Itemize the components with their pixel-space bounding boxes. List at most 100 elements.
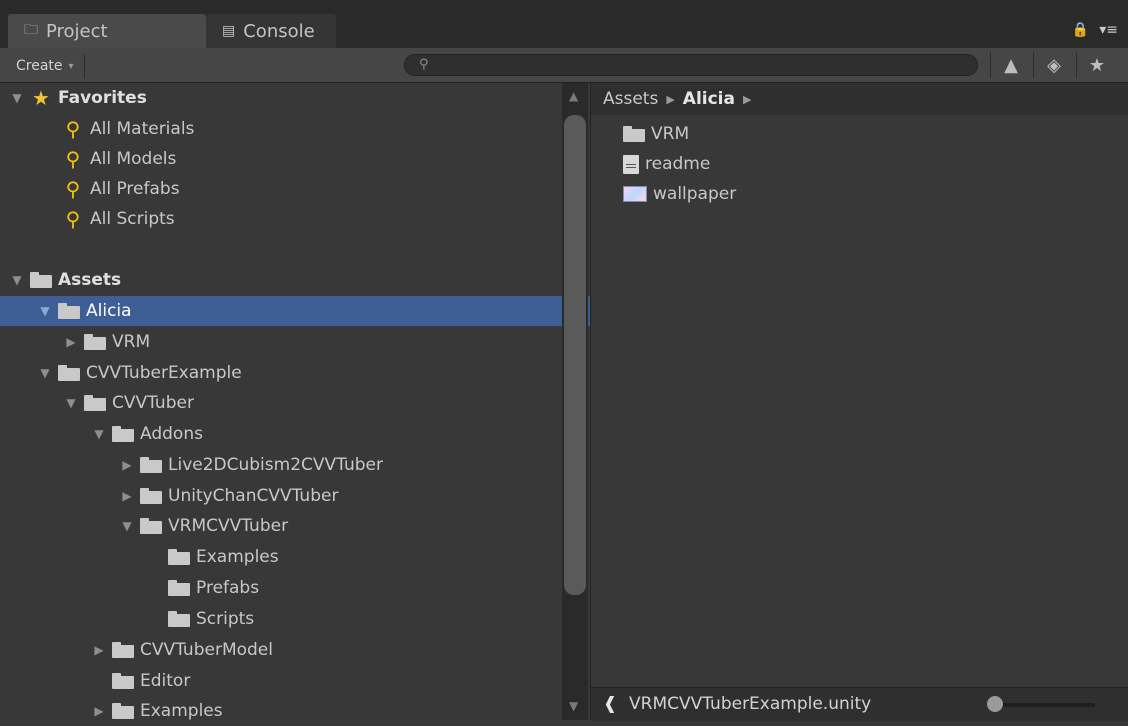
favorite-label: All Materials xyxy=(90,119,195,139)
tree-label: Scripts xyxy=(196,609,255,629)
file-item-readme[interactable]: readme xyxy=(623,149,710,179)
tree-item-favorites[interactable]: ▼ ★ Favorites xyxy=(0,83,570,113)
tab-bar: 🗀 Project ▤ Console 🔒 ▾≡ xyxy=(0,0,1128,48)
tree-scrollbar[interactable]: ▲ ▼ xyxy=(562,83,588,720)
favorite-label: All Scripts xyxy=(90,209,175,229)
magnifier-icon: ⚲ xyxy=(65,117,81,141)
file-item-wallpaper[interactable]: wallpaper xyxy=(623,179,736,209)
tree-item-addons[interactable]: ▼ Addons xyxy=(0,419,652,449)
breadcrumb-current[interactable]: Alicia xyxy=(683,89,735,109)
expand-arrow-icon[interactable]: ▼ xyxy=(38,304,52,318)
star-icon: ★ xyxy=(32,86,50,110)
folder-icon xyxy=(140,518,162,534)
tree-item-cvvtuberexample[interactable]: ▼ CVVTuberExample xyxy=(0,358,598,388)
breadcrumb-separator-icon[interactable]: ▶ xyxy=(743,93,751,106)
unity-scene-icon: ❰ xyxy=(603,694,618,714)
search-by-label-icon[interactable]: ◈ xyxy=(1033,52,1074,78)
breadcrumb: Assets ▶ Alicia ▶ xyxy=(591,83,1128,115)
favorite-label: All Prefabs xyxy=(90,179,180,199)
collapse-arrow-icon[interactable]: ▶ xyxy=(92,704,106,718)
lock-icon[interactable]: 🔒 xyxy=(1072,22,1089,38)
tree-item-assets[interactable]: ▼ Assets xyxy=(0,265,570,295)
tree-item-alicia[interactable]: ▼ Alicia xyxy=(0,296,598,326)
zoom-slider-knob[interactable] xyxy=(987,696,1003,712)
tree-item-cvvtubermodel[interactable]: ▶ CVVTuberModel xyxy=(0,635,652,665)
collapse-arrow-icon[interactable]: ▶ xyxy=(120,458,134,472)
tree-label: CVVTuber xyxy=(112,393,194,413)
tree-label: CVVTuberExample xyxy=(86,363,242,383)
selected-asset-path: VRMCVVTuberExample.unity xyxy=(629,694,872,714)
tree-item-examples-root[interactable]: ▶ Examples xyxy=(0,696,652,726)
create-label: Create xyxy=(16,58,63,74)
favorite-item[interactable]: ⚲ All Prefabs xyxy=(0,174,622,204)
folder-icon xyxy=(58,303,80,319)
folder-icon xyxy=(30,272,52,288)
expand-arrow-icon[interactable]: ▼ xyxy=(120,519,134,533)
favorite-item[interactable]: ⚲ All Materials xyxy=(0,114,622,144)
tree-label: Examples xyxy=(196,547,279,567)
expand-arrow-icon[interactable]: ▼ xyxy=(64,396,78,410)
scroll-down-icon[interactable]: ▼ xyxy=(569,699,578,713)
tree-item-vrm[interactable]: ▶ VRM xyxy=(0,327,624,357)
project-toolbar: Create ▾ ⚲ ▲ ◈ ★ xyxy=(0,48,1128,83)
favorite-item[interactable]: ⚲ All Models xyxy=(0,144,622,174)
favorites-label: Favorites xyxy=(58,88,147,108)
tree-label: Prefabs xyxy=(196,578,260,598)
asset-browser: Assets ▶ Alicia ▶ VRM readme wallpaper ❰… xyxy=(590,83,1128,721)
magnifier-icon: ⚲ xyxy=(65,207,81,231)
expand-arrow-icon[interactable]: ▼ xyxy=(38,366,52,380)
folder-icon xyxy=(168,549,190,565)
chevron-down-icon: ▾ xyxy=(68,60,74,72)
project-tree: ▼ ★ Favorites ⚲ All Materials ⚲ All Mode… xyxy=(0,83,598,721)
search-by-type-icon[interactable]: ▲ xyxy=(990,52,1031,78)
file-item-vrm[interactable]: VRM xyxy=(623,119,689,149)
folder-icon xyxy=(58,365,80,381)
file-label: wallpaper xyxy=(653,184,737,204)
favorite-label: All Models xyxy=(90,149,177,169)
tree-label: CVVTuberModel xyxy=(140,640,273,660)
favorite-star-icon[interactable]: ★ xyxy=(1076,52,1117,78)
tree-label: UnityChanCVVTuber xyxy=(168,486,339,506)
expand-arrow-icon[interactable]: ▼ xyxy=(92,427,106,441)
folder-icon xyxy=(140,457,162,473)
collapse-arrow-icon[interactable]: ▶ xyxy=(92,643,106,657)
favorite-item[interactable]: ⚲ All Scripts xyxy=(0,204,622,234)
console-icon: ▤ xyxy=(222,23,236,39)
tree-item-cvvtuber[interactable]: ▼ CVVTuber xyxy=(0,388,624,418)
collapse-arrow-icon[interactable]: ▶ xyxy=(64,335,78,349)
search-icon: ⚲ xyxy=(419,57,429,72)
tab-project[interactable]: 🗀 Project xyxy=(8,14,206,48)
expand-arrow-icon[interactable]: ▼ xyxy=(10,91,24,105)
file-label: VRM xyxy=(651,124,690,144)
tree-label: Addons xyxy=(140,424,203,444)
search-input[interactable]: ⚲ xyxy=(404,54,978,76)
tree-label: Live2DCubism2CVVTuber xyxy=(168,455,383,475)
folder-icon xyxy=(140,488,162,504)
folder-icon: 🗀 xyxy=(24,22,38,38)
scroll-up-icon[interactable]: ▲ xyxy=(569,89,578,103)
scroll-thumb[interactable] xyxy=(564,115,586,595)
breadcrumb-separator-icon: ▶ xyxy=(666,92,675,106)
tree-label: Editor xyxy=(140,671,191,691)
document-icon xyxy=(623,154,639,174)
expand-arrow-icon[interactable]: ▼ xyxy=(10,273,24,287)
magnifier-icon: ⚲ xyxy=(65,177,81,201)
tree-label: Examples xyxy=(140,701,223,721)
create-button[interactable]: Create ▾ xyxy=(12,54,85,78)
folder-icon xyxy=(112,703,134,719)
collapse-arrow-icon[interactable]: ▶ xyxy=(120,489,134,503)
folder-icon xyxy=(84,334,106,350)
breadcrumb-root[interactable]: Assets xyxy=(603,89,658,109)
menu-icon[interactable]: ▾≡ xyxy=(1099,22,1118,38)
magnifier-icon: ⚲ xyxy=(65,147,81,171)
folder-icon xyxy=(623,126,645,142)
zoom-slider[interactable] xyxy=(987,703,1095,707)
tree-label: VRM xyxy=(112,332,151,352)
filter-buttons: ▲ ◈ ★ xyxy=(990,52,1117,78)
status-bar: ❰ VRMCVVTuberExample.unity xyxy=(591,687,1128,721)
tree-label: Alicia xyxy=(86,301,132,321)
tab-console[interactable]: ▤ Console xyxy=(206,14,336,48)
folder-icon xyxy=(112,426,134,442)
tab-label: Project xyxy=(46,20,108,42)
file-label: readme xyxy=(645,154,711,174)
